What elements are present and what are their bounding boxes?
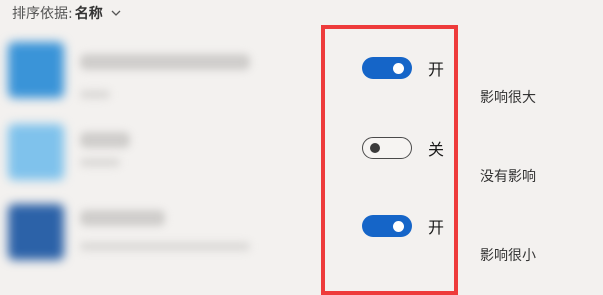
app-sub-blurred: [80, 242, 250, 251]
toggle-row-2: 关: [362, 136, 444, 160]
toggle-knob: [370, 142, 380, 153]
toggle-row-1: 开: [362, 56, 444, 80]
toggle-state-label: 开: [428, 60, 445, 79]
app-name-blurred: [80, 132, 130, 148]
toggle-state-label: 关: [428, 140, 445, 159]
app-name-blurred: [80, 54, 250, 70]
app-sub-blurred: [80, 90, 110, 99]
toggle-switch[interactable]: [362, 137, 412, 159]
app-icon: [8, 204, 64, 260]
impact-label-high: 影响很大: [480, 90, 536, 106]
toggle-switch[interactable]: [362, 57, 412, 79]
toggle-row-3: 开: [362, 214, 444, 238]
app-sub-blurred: [80, 158, 120, 167]
toggle-knob: [393, 220, 404, 232]
impact-label-low: 影响很小: [480, 248, 536, 264]
app-row-3: [8, 198, 268, 268]
toggle-state-label: 开: [428, 218, 445, 237]
toggle-knob: [393, 62, 404, 74]
app-row-2: [8, 118, 268, 188]
sort-by-label: 排序依据:: [12, 6, 73, 22]
app-name-blurred: [80, 210, 165, 226]
toggle-switch[interactable]: [362, 215, 412, 237]
app-row-1: [8, 38, 268, 108]
sort-by-control[interactable]: 排序依据: 名称: [12, 3, 121, 23]
sort-by-value: 名称: [74, 6, 103, 22]
chevron-down-icon: [111, 10, 121, 16]
app-icon: [8, 42, 64, 98]
impact-label-none: 没有影响: [480, 169, 536, 185]
app-icon: [8, 124, 64, 180]
